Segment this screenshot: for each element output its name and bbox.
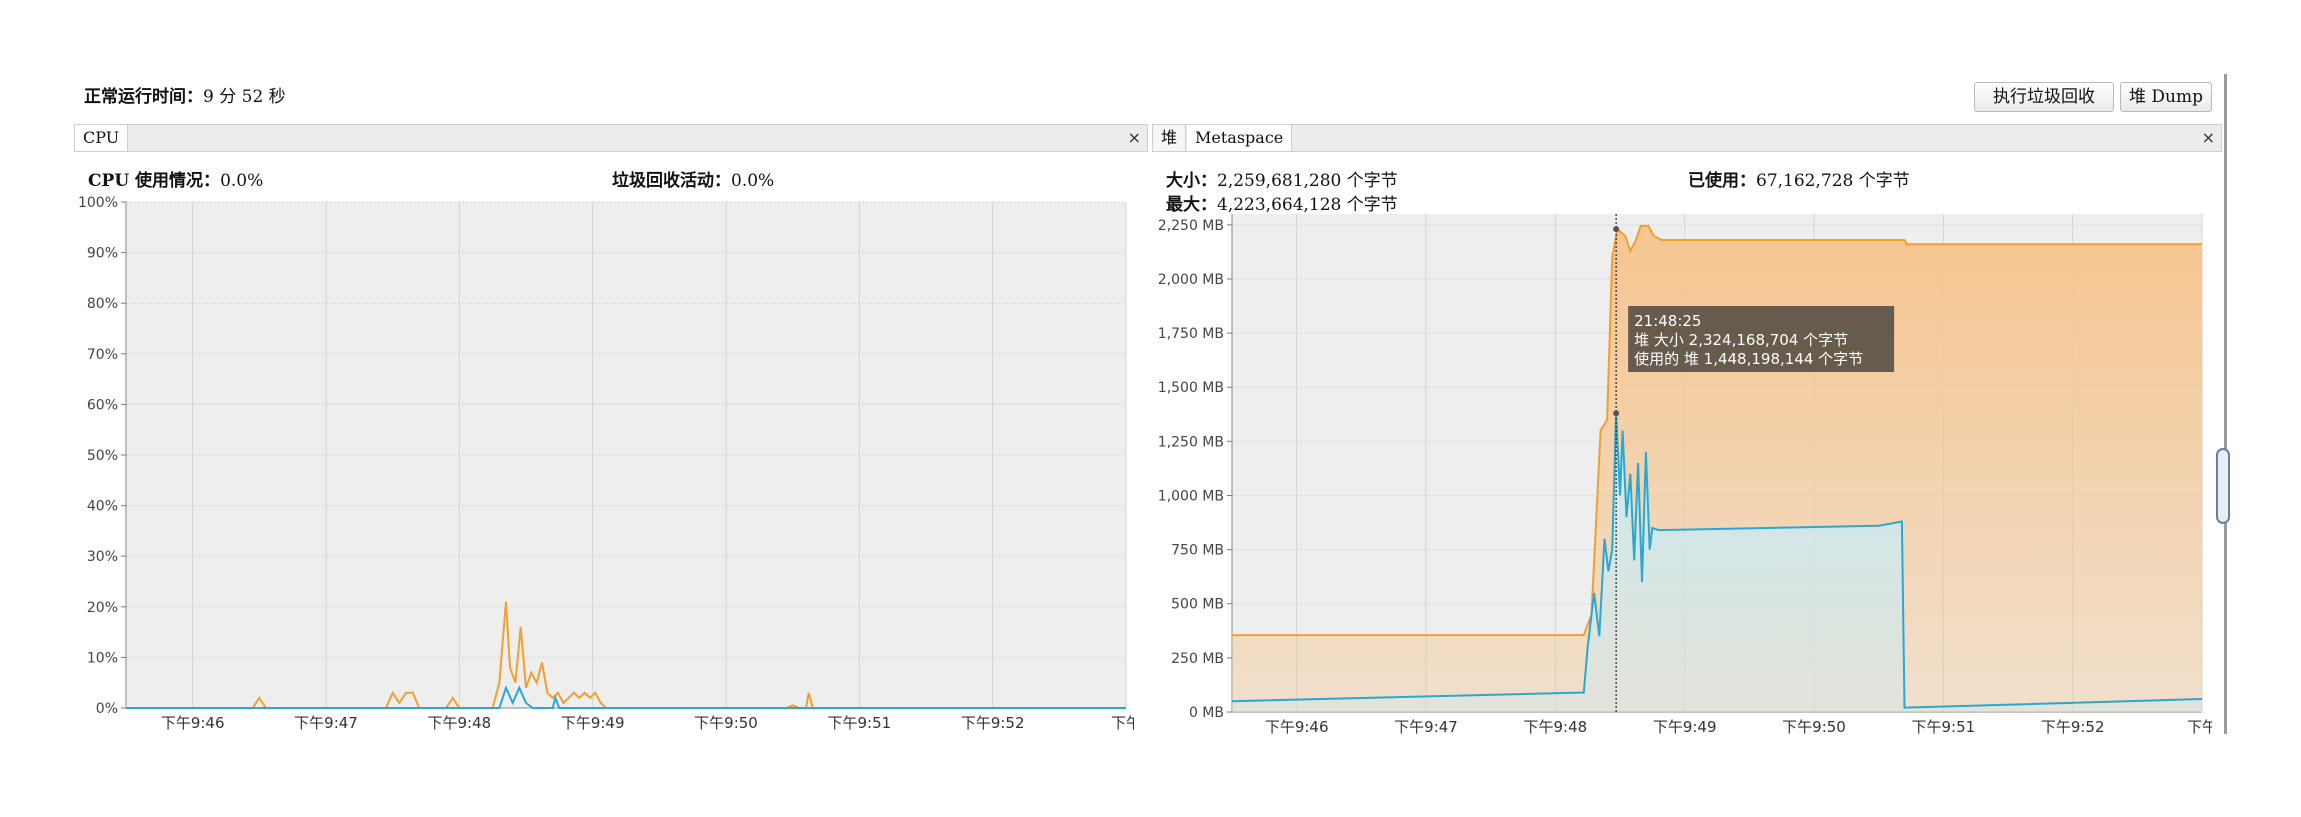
x-tick-label: 下午9:49: [561, 714, 625, 732]
y-tick-label: 90%: [87, 246, 118, 262]
cpu-usage-readout: CPU 使用情况：0.0%: [88, 166, 263, 191]
hover-tooltip: 21:48:25堆 大小 2,324,168,704 个字节使用的 堆 1,44…: [1628, 306, 1895, 372]
tooltip-heap-size: 堆 大小 2,324,168,704 个字节: [1634, 331, 1848, 349]
tab-cpu[interactable]: CPU: [75, 125, 129, 151]
gc-activity-readout: 垃圾回收活动：0.0%: [612, 166, 774, 191]
x-tick-label: 下午9:47: [1394, 718, 1458, 736]
hover-point-heap-size: [1613, 226, 1620, 233]
y-tick-label: 1,250 MB: [1158, 434, 1224, 450]
y-tick-label: 1,500 MB: [1158, 380, 1224, 396]
memory-tab-bar: 堆 Metaspace ×: [1152, 124, 2222, 152]
x-tick-label: 下午9:52: [2041, 718, 2105, 736]
heap-max-label: 最大：: [1166, 195, 1217, 215]
cpu-close-icon[interactable]: ×: [1128, 125, 1141, 151]
y-tick-label: 10%: [87, 650, 118, 666]
cpu-usage-value: 0.0%: [220, 171, 264, 191]
tooltip-used-heap: 使用的 堆 1,448,198,144 个字节: [1634, 350, 1863, 368]
x-tick-label: 下午9:51: [827, 714, 891, 732]
vertical-scroll-track[interactable]: [2224, 74, 2227, 734]
hover-point-used-heap: [1613, 410, 1620, 417]
memory-chart: 0 MB 250 MB 500 MB 750 MB 1,000 MB 1,250 MB 1,…: [1158, 214, 2212, 736]
heap-used-value: 67,162,728 个字节: [1756, 171, 1910, 191]
y-tick-label: 0 MB: [1189, 705, 1224, 721]
heap-size-readout: 大小：2,259,681,280 个字节: [1166, 166, 1398, 191]
cpu-tab-bar: CPU ×: [74, 124, 1148, 152]
x-tick-label: 下午9:48: [1523, 718, 1587, 736]
x-tick-label: 下午9:52: [961, 714, 1025, 732]
x-tick-label: 下午: [1111, 714, 1134, 732]
uptime-label: 正常运行时间：: [84, 87, 203, 107]
uptime-value: 9 分 52 秒: [203, 87, 286, 107]
heap-used-label: 已使用：: [1688, 171, 1756, 191]
x-tick-label: 下午9:46: [1265, 718, 1329, 736]
uptime-readout: 正常运行时间：9 分 52 秒: [84, 82, 286, 107]
y-tick-label: 40%: [87, 499, 118, 515]
scrollbar-thumb[interactable]: [2216, 448, 2230, 524]
y-tick-label: 60%: [87, 397, 118, 413]
y-tick-label: 250 MB: [1171, 651, 1224, 667]
y-tick-label: 1,000 MB: [1158, 488, 1224, 504]
x-tick-label: 下午9:47: [294, 714, 358, 732]
y-tick-label: 750 MB: [1171, 543, 1224, 559]
y-tick-label: 2,000 MB: [1158, 272, 1224, 288]
heap-used-readout: 已使用：67,162,728 个字节: [1688, 166, 1910, 191]
y-tick-label: 20%: [87, 600, 118, 616]
perform-gc-button[interactable]: 执行垃圾回收: [1974, 82, 2114, 112]
heap-size-label: 大小：: [1166, 171, 1217, 191]
y-tick-label: 0%: [96, 701, 118, 717]
x-tick-label: 下午9:50: [694, 714, 758, 732]
y-tick-label: 2,250 MB: [1158, 218, 1224, 234]
tab-metaspace[interactable]: Metaspace: [1187, 125, 1293, 151]
heap-max-readout: 最大：4,223,664,128 个字节: [1166, 190, 1398, 215]
x-tick-label: 下午: [2187, 718, 2212, 736]
gc-activity-value: 0.0%: [731, 171, 775, 191]
y-tick-label: 1,750 MB: [1158, 326, 1224, 342]
x-tick-label: 下午9:46: [161, 714, 225, 732]
memory-close-icon[interactable]: ×: [2202, 125, 2215, 151]
cpu-chart: 0% 10% 20% 30% 40% 50% 60% 70% 80% 90% 100% 下午9:46 下…: [78, 195, 1134, 732]
y-tick-label: 80%: [87, 296, 118, 312]
x-tick-label: 下午9:49: [1653, 718, 1717, 736]
y-tick-label: 30%: [87, 549, 118, 565]
y-tick-label: 100%: [78, 195, 118, 211]
y-tick-label: 500 MB: [1171, 597, 1224, 613]
x-tick-label: 下午9:50: [1782, 718, 1846, 736]
cpu-usage-label: CPU 使用情况：: [88, 171, 221, 191]
y-tick-label: 50%: [87, 448, 118, 464]
x-tick-label: 下午9:51: [1911, 718, 1975, 736]
tab-heap[interactable]: 堆: [1153, 125, 1187, 151]
heap-max-value: 4,223,664,128 个字节: [1217, 195, 1398, 215]
y-tick-label: 70%: [87, 347, 118, 363]
tooltip-time: 21:48:25: [1634, 312, 1701, 330]
heap-dump-button[interactable]: 堆 Dump: [2120, 82, 2212, 112]
heap-size-value: 2,259,681,280 个字节: [1217, 171, 1398, 191]
x-tick-label: 下午9:48: [427, 714, 491, 732]
gc-activity-label: 垃圾回收活动：: [612, 171, 731, 191]
